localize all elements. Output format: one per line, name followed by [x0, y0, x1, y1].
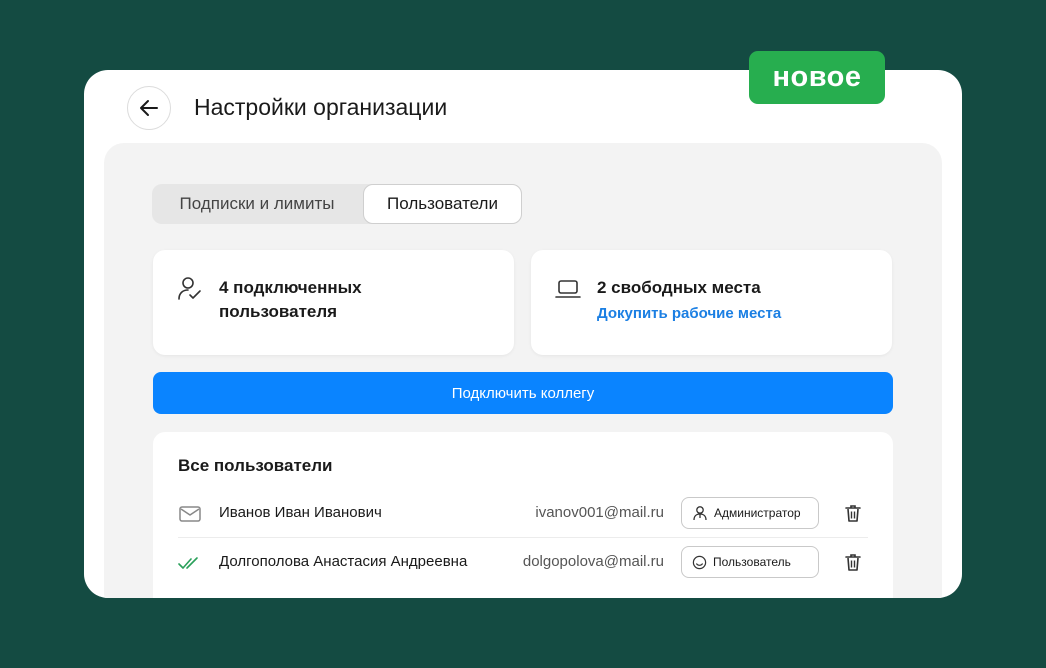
envelope-icon	[179, 506, 201, 522]
connect-colleague-button[interactable]: Подключить коллегу	[153, 372, 893, 414]
page-title: Настройки организации	[194, 94, 448, 120]
buy-seats-link[interactable]: Докупить рабочие места	[597, 305, 781, 322]
user-check-icon	[178, 277, 201, 300]
trash-icon[interactable]	[844, 503, 862, 523]
user-email: ivanov001@mail.ru	[535, 504, 664, 521]
laptop-icon	[555, 280, 581, 298]
tab-users[interactable]: Пользователи	[363, 184, 522, 224]
tab-subscriptions[interactable]: Подписки и лимиты	[152, 184, 362, 224]
user-email: dolgopolova@mail.ru	[522, 553, 664, 570]
all-users-card: Все пользователи Иванов Иван Иванович iv…	[153, 432, 893, 598]
users-section-title: Все пользователи	[178, 456, 333, 475]
back-button[interactable]	[127, 86, 171, 130]
admin-user-icon	[693, 506, 707, 521]
settings-window: Настройки организации Подписки и лимиты …	[84, 70, 962, 598]
user-name: Иванов Иван Иванович	[219, 504, 382, 521]
user-name: Долгополова Анастасия Андреевна	[219, 553, 468, 570]
table-row: Иванов Иван Иванович ivanov001@mail.ru А…	[178, 490, 868, 538]
role-label: Администратор	[714, 506, 801, 520]
role-selector[interactable]: Пользователь	[681, 546, 819, 578]
smile-icon	[692, 555, 707, 569]
tab-switcher: Подписки и лимиты Пользователи	[152, 184, 522, 224]
connected-users-count: 4 подключенных пользователя	[219, 278, 362, 321]
free-seats-count: 2 свободных места	[597, 278, 761, 297]
connected-users-card: 4 подключенных пользователя	[153, 250, 514, 355]
trash-icon[interactable]	[844, 552, 862, 572]
arrow-left-icon	[140, 100, 158, 116]
role-selector[interactable]: Администратор	[681, 497, 819, 529]
double-check-icon	[178, 557, 198, 569]
role-label: Пользователь	[713, 555, 791, 569]
free-seats-card: 2 свободных места Докупить рабочие места	[531, 250, 892, 355]
new-badge: новое	[749, 51, 885, 104]
content-panel: Подписки и лимиты Пользователи 4 подключ…	[104, 143, 942, 598]
table-row: Долгополова Анастасия Андреевна dolgopol…	[178, 539, 868, 587]
